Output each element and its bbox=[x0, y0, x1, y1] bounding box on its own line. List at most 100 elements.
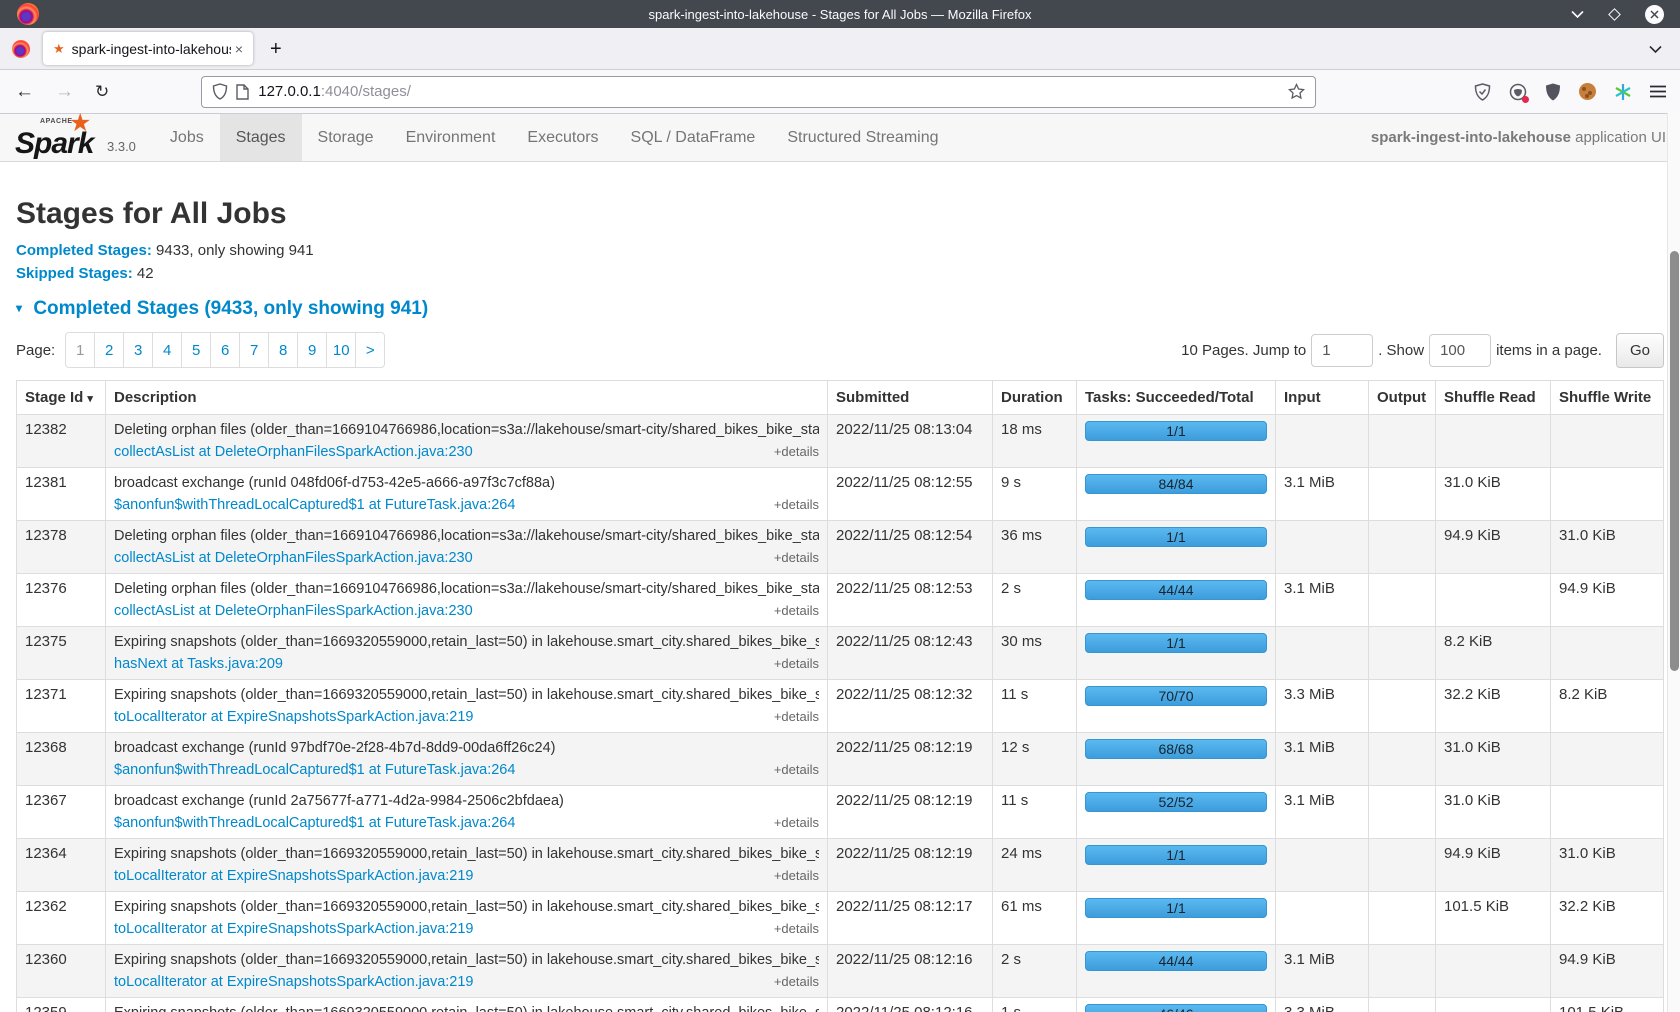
nav-tab-structured-streaming[interactable]: Structured Streaming bbox=[771, 114, 954, 161]
spark-logo[interactable]: APACHE ★ Spark bbox=[15, 117, 101, 159]
stage-detail-link[interactable]: hasNext at Tasks.java:209 bbox=[114, 655, 283, 673]
description-second-line: collectAsList at DeleteOrphanFilesSparkA… bbox=[114, 549, 819, 567]
details-toggle[interactable]: +details bbox=[774, 920, 819, 938]
stage-detail-link[interactable]: toLocalIterator at ExpireSnapshotsSparkA… bbox=[114, 867, 474, 885]
nav-tab-jobs[interactable]: Jobs bbox=[154, 114, 220, 161]
details-toggle[interactable]: +details bbox=[774, 496, 819, 514]
page-button-1[interactable]: 1 bbox=[65, 332, 95, 368]
column-header-stage-id[interactable]: Stage Id▾ bbox=[17, 381, 106, 415]
input-cell bbox=[1276, 627, 1369, 680]
menu-hamburger-icon[interactable] bbox=[1650, 85, 1666, 98]
url-bar[interactable]: 127.0.0.1:4040/stages/ bbox=[201, 76, 1316, 108]
details-toggle[interactable]: +details bbox=[774, 761, 819, 779]
details-toggle[interactable]: +details bbox=[774, 443, 819, 461]
details-toggle[interactable]: +details bbox=[774, 973, 819, 991]
nav-tab-environment[interactable]: Environment bbox=[390, 114, 512, 161]
stage-detail-link[interactable]: $anonfun$withThreadLocalCaptured$1 at Fu… bbox=[114, 814, 515, 832]
asterisk-extension-icon[interactable] bbox=[1614, 83, 1632, 101]
description-cell: Expiring snapshots (older_than=166932055… bbox=[106, 839, 828, 892]
column-header-tasks-succeeded-total[interactable]: Tasks: Succeeded/Total bbox=[1077, 381, 1276, 415]
page-button-2[interactable]: 2 bbox=[94, 332, 124, 368]
stage-row-12376: 12376Deleting orphan files (older_than=1… bbox=[17, 574, 1664, 627]
description-second-line: toLocalIterator at ExpireSnapshotsSparkA… bbox=[114, 708, 819, 726]
ublock-shield-icon[interactable] bbox=[1545, 83, 1561, 101]
details-toggle[interactable]: +details bbox=[774, 708, 819, 726]
stage-detail-link[interactable]: collectAsList at DeleteOrphanFilesSparkA… bbox=[114, 549, 473, 567]
stage-detail-link[interactable]: toLocalIterator at ExpireSnapshotsSparkA… bbox=[114, 973, 474, 991]
page-button-8[interactable]: 8 bbox=[268, 332, 298, 368]
column-header-output[interactable]: Output bbox=[1369, 381, 1436, 415]
details-toggle[interactable]: +details bbox=[774, 655, 819, 673]
page-button-7[interactable]: 7 bbox=[239, 332, 269, 368]
output-cell bbox=[1369, 415, 1436, 468]
column-header-shuffle-write[interactable]: Shuffle Write bbox=[1551, 381, 1664, 415]
minimize-icon[interactable] bbox=[1571, 10, 1584, 18]
maximize-icon[interactable] bbox=[1608, 8, 1621, 21]
column-header-description[interactable]: Description bbox=[106, 381, 828, 415]
details-toggle[interactable]: +details bbox=[774, 814, 819, 832]
extension-shield-check-icon[interactable] bbox=[1474, 83, 1491, 101]
stage-detail-link[interactable]: $anonfun$withThreadLocalCaptured$1 at Fu… bbox=[114, 761, 515, 779]
tasks-cell: 84/84 bbox=[1077, 468, 1276, 521]
page-info-icon[interactable] bbox=[236, 84, 249, 100]
cookie-icon[interactable] bbox=[1579, 83, 1596, 100]
skipped-stages-link[interactable]: Skipped Stages: bbox=[16, 265, 133, 282]
items-per-page-input[interactable] bbox=[1429, 334, 1491, 367]
spark-favicon-icon: ★ bbox=[53, 42, 65, 55]
nav-tab-storage[interactable]: Storage bbox=[302, 114, 390, 161]
stage-detail-link[interactable]: $anonfun$withThreadLocalCaptured$1 at Fu… bbox=[114, 496, 515, 514]
description-cell: Deleting orphan files (older_than=166910… bbox=[106, 415, 828, 468]
go-button[interactable]: Go bbox=[1616, 333, 1664, 368]
duration-cell: 9 s bbox=[993, 468, 1077, 521]
stage-detail-link[interactable]: collectAsList at DeleteOrphanFilesSparkA… bbox=[114, 443, 473, 461]
description-second-line: $anonfun$withThreadLocalCaptured$1 at Fu… bbox=[114, 814, 819, 832]
section-header-text: Completed Stages (9433, only showing 941… bbox=[33, 298, 428, 319]
back-button[interactable]: ← bbox=[15, 82, 34, 101]
nav-tab-stages[interactable]: Stages bbox=[220, 114, 302, 161]
shuffle-read-cell: 101.5 KiB bbox=[1436, 892, 1551, 945]
forward-button[interactable]: → bbox=[55, 82, 74, 101]
page-button-6[interactable]: 6 bbox=[210, 332, 240, 368]
list-tabs-chevron-icon[interactable] bbox=[1649, 45, 1662, 53]
containers-mask-icon[interactable] bbox=[1509, 83, 1527, 101]
page-button-10[interactable]: 10 bbox=[326, 332, 356, 368]
jump-to-page-input[interactable] bbox=[1311, 334, 1373, 367]
stages-table: Stage Id▾DescriptionSubmittedDurationTas… bbox=[16, 380, 1664, 1012]
page-button-4[interactable]: 4 bbox=[152, 332, 182, 368]
column-header-shuffle-read[interactable]: Shuffle Read bbox=[1436, 381, 1551, 415]
stage-detail-link[interactable]: collectAsList at DeleteOrphanFilesSparkA… bbox=[114, 602, 473, 620]
scrollbar-thumb[interactable] bbox=[1670, 251, 1679, 671]
page-button-3[interactable]: 3 bbox=[123, 332, 153, 368]
nav-tab-sql-dataframe[interactable]: SQL / DataFrame bbox=[615, 114, 772, 161]
bookmark-star-icon[interactable] bbox=[1288, 83, 1305, 100]
nav-tab-executors[interactable]: Executors bbox=[511, 114, 614, 161]
firefox-logo-icon bbox=[17, 3, 39, 25]
description-second-line: collectAsList at DeleteOrphanFilesSparkA… bbox=[114, 443, 819, 461]
pagination-bar: Page: 12345678910> 10 Pages. Jump to . S… bbox=[16, 332, 1664, 368]
reload-button[interactable]: ↻ bbox=[95, 82, 109, 102]
column-header-duration[interactable]: Duration bbox=[993, 381, 1077, 415]
page-button-5[interactable]: 5 bbox=[181, 332, 211, 368]
close-icon[interactable] bbox=[1645, 5, 1664, 24]
shuffle-write-cell: 94.9 KiB bbox=[1551, 945, 1664, 998]
skipped-stages-value: 42 bbox=[137, 265, 154, 282]
details-toggle[interactable]: +details bbox=[774, 549, 819, 567]
tab-close-icon[interactable]: × bbox=[235, 41, 243, 57]
page-button-next[interactable]: > bbox=[355, 332, 385, 368]
completed-stages-section-toggle[interactable]: ▾ Completed Stages (9433, only showing 9… bbox=[16, 298, 1664, 320]
shield-icon[interactable] bbox=[212, 83, 228, 100]
submitted-cell: 2022/11/25 08:12:19 bbox=[828, 733, 993, 786]
page-button-9[interactable]: 9 bbox=[297, 332, 327, 368]
column-header-input[interactable]: Input bbox=[1276, 381, 1369, 415]
details-toggle[interactable]: +details bbox=[774, 867, 819, 885]
shuffle-read-cell: 31.0 KiB bbox=[1436, 733, 1551, 786]
completed-stages-link[interactable]: Completed Stages: bbox=[16, 242, 152, 259]
new-tab-button[interactable]: + bbox=[270, 39, 282, 59]
firefox-icon[interactable] bbox=[12, 40, 30, 58]
stage-detail-link[interactable]: toLocalIterator at ExpireSnapshotsSparkA… bbox=[114, 708, 474, 726]
scrollbar-track[interactable] bbox=[1667, 113, 1680, 1012]
column-header-submitted[interactable]: Submitted bbox=[828, 381, 993, 415]
stage-detail-link[interactable]: toLocalIterator at ExpireSnapshotsSparkA… bbox=[114, 920, 474, 938]
details-toggle[interactable]: +details bbox=[774, 602, 819, 620]
browser-tab[interactable]: ★ spark-ingest-into-lakehous × bbox=[43, 32, 253, 65]
